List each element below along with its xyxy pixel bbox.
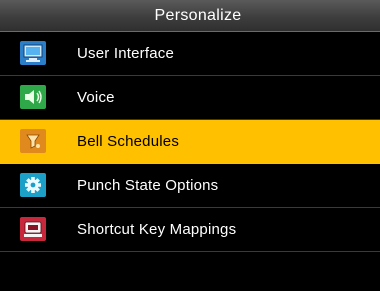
menu-item-bell-schedules[interactable]: Bell Schedules <box>0 120 380 164</box>
menu-item-punch-state-options[interactable]: Punch State Options <box>0 164 380 208</box>
page-title: Personalize <box>154 6 242 24</box>
keyboard-key-icon <box>20 217 46 241</box>
gear-icon <box>20 173 46 197</box>
menu-item-shortcut-key-mappings[interactable]: Shortcut Key Mappings <box>0 208 380 252</box>
menu-item-label: Bell Schedules <box>77 133 180 150</box>
menu-item-voice[interactable]: Voice <box>0 76 380 120</box>
bell-icon <box>20 129 46 153</box>
screen: Personalize User Interface Voice Bell Sc… <box>0 0 380 291</box>
menu-item-user-interface[interactable]: User Interface <box>0 32 380 76</box>
menu-item-label: User Interface <box>77 45 175 62</box>
menu-item-label: Voice <box>77 89 115 106</box>
monitor-icon <box>20 41 46 65</box>
title-bar: Personalize <box>0 0 380 32</box>
menu-item-label: Punch State Options <box>77 177 219 194</box>
menu-item-label: Shortcut Key Mappings <box>77 221 237 238</box>
menu-list: User Interface Voice Bell Schedules Punc… <box>0 32 380 252</box>
speaker-icon <box>20 85 46 109</box>
